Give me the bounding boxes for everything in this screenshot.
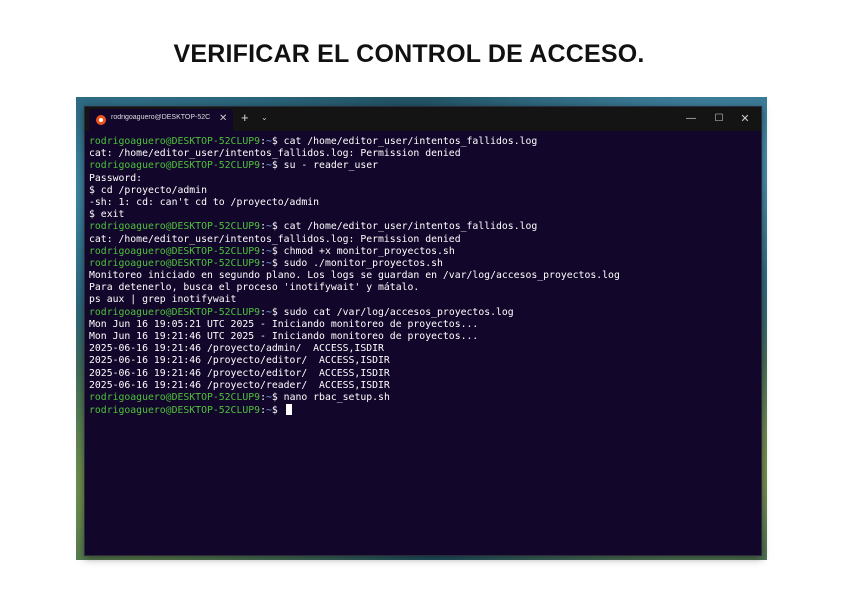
title-bar[interactable]: rodrigoaguero@DESKTOP-52C ✕ + ⌄ — ☐ ✕ <box>85 107 761 131</box>
prompt-line: rodrigoaguero@DESKTOP-52CLUP9:~$ sudo ca… <box>89 307 757 319</box>
output-line: 2025-06-16 19:21:46 /proyecto/editor/ AC… <box>89 368 757 380</box>
tab-close-icon[interactable]: ✕ <box>219 113 227 125</box>
output-line: 2025-06-16 19:21:46 /proyecto/reader/ AC… <box>89 380 757 392</box>
output-line: Password: <box>89 173 757 185</box>
prompt-symbol: $ <box>271 221 284 233</box>
output-line: $ cd /proyecto/admin <box>89 185 757 197</box>
prompt-line: rodrigoaguero@DESKTOP-52CLUP9:~$ <box>89 404 757 416</box>
command-text: sudo ./monitor_proyectos.sh <box>283 257 443 269</box>
command-text: cat /home/editor_user/intentos_fallidos.… <box>283 221 538 233</box>
output-text: cat: /home/editor_user/intentos_fallidos… <box>89 148 461 160</box>
output-line: Mon Jun 16 19:21:46 UTC 2025 - Iniciando… <box>89 331 757 343</box>
ubuntu-icon <box>96 115 106 125</box>
prompt-symbol: $ <box>271 405 284 417</box>
output-text: Monitoreo iniciado en segundo plano. Los… <box>89 270 620 282</box>
command-text: sudo cat /var/log/accesos_proyectos.log <box>283 306 514 318</box>
prompt-line: rodrigoaguero@DESKTOP-52CLUP9:~$ cat /ho… <box>89 136 757 148</box>
command-text: cat /home/editor_user/intentos_fallidos.… <box>283 136 538 147</box>
output-text: ps aux | grep inotifywait <box>89 294 237 306</box>
output-line: Para detenerlo, busca el proceso 'inotif… <box>89 282 757 294</box>
output-text: Para detenerlo, busca el proceso 'inotif… <box>89 282 420 294</box>
prompt-user: rodrigoaguero@DESKTOP-52CLUP9 <box>89 405 261 417</box>
command-text: nano rbac_setup.sh <box>283 391 390 403</box>
output-line: 2025-06-16 19:21:46 /proyecto/editor/ AC… <box>89 355 757 367</box>
tab-label: rodrigoaguero@DESKTOP-52C <box>111 114 211 121</box>
output-text: 2025-06-16 19:21:46 /proyecto/editor/ AC… <box>89 367 390 379</box>
output-text: 2025-06-16 19:21:46 /proyecto/editor/ AC… <box>89 355 390 367</box>
terminal-output[interactable]: rodrigoaguero@DESKTOP-52CLUP9:~$ cat /ho… <box>89 136 757 416</box>
prompt-symbol: $ <box>271 245 284 257</box>
output-line: 2025-06-16 19:21:46 /proyecto/admin/ ACC… <box>89 343 757 355</box>
prompt-user: rodrigoaguero@DESKTOP-52CLUP9 <box>89 160 261 172</box>
output-text: Password: <box>89 172 143 184</box>
output-line: -sh: 1: cd: can't cd to /proyecto/admin <box>89 197 757 209</box>
output-line: Mon Jun 16 19:05:21 UTC 2025 - Iniciando… <box>89 319 757 331</box>
prompt-symbol: $ <box>271 136 284 147</box>
command-text: su - reader_user <box>283 160 379 172</box>
text-cursor <box>285 404 292 416</box>
prompt-symbol: $ <box>271 160 284 172</box>
output-line: cat: /home/editor_user/intentos_fallidos… <box>89 148 757 160</box>
prompt-user: rodrigoaguero@DESKTOP-52CLUP9 <box>89 245 261 257</box>
terminal-window[interactable]: rodrigoaguero@DESKTOP-52C ✕ + ⌄ — ☐ ✕ ro… <box>84 106 762 556</box>
prompt-line: rodrigoaguero@DESKTOP-52CLUP9:~$ su - re… <box>89 160 757 172</box>
output-text: 2025-06-16 19:21:46 /proyecto/admin/ ACC… <box>89 343 384 355</box>
prompt-line: rodrigoaguero@DESKTOP-52CLUP9:~$ nano rb… <box>89 392 757 404</box>
command-text: chmod +x monitor_proyectos.sh <box>283 245 455 257</box>
output-text: -sh: 1: cd: can't cd to /proyecto/admin <box>89 196 320 208</box>
prompt-symbol: $ <box>271 306 284 318</box>
prompt-user: rodrigoaguero@DESKTOP-52CLUP9 <box>89 306 261 318</box>
output-text: cat: /home/editor_user/intentos_fallidos… <box>89 233 461 245</box>
prompt-line: rodrigoaguero@DESKTOP-52CLUP9:~$ chmod +… <box>89 246 757 258</box>
prompt-user: rodrigoaguero@DESKTOP-52CLUP9 <box>89 391 261 403</box>
output-line: cat: /home/editor_user/intentos_fallidos… <box>89 234 757 246</box>
output-text: Mon Jun 16 19:21:46 UTC 2025 - Iniciando… <box>89 331 479 342</box>
output-line: ps aux | grep inotifywait <box>89 294 757 306</box>
output-text: $ cd /proyecto/admin <box>89 184 207 196</box>
page-title: VERIFICAR EL CONTROL DE ACCESO. <box>173 40 645 68</box>
output-text: 2025-06-16 19:21:46 /proyecto/reader/ AC… <box>89 379 390 391</box>
close-button[interactable]: ✕ <box>735 111 755 127</box>
prompt-user: rodrigoaguero@DESKTOP-52CLUP9 <box>89 221 261 233</box>
prompt-line: rodrigoaguero@DESKTOP-52CLUP9:~$ cat /ho… <box>89 221 757 233</box>
prompt-symbol: $ <box>271 257 284 269</box>
new-tab-button[interactable]: + <box>241 110 249 126</box>
output-text: $ exit <box>89 209 125 221</box>
minimize-button[interactable]: — <box>681 111 701 127</box>
prompt-user: rodrigoaguero@DESKTOP-52CLUP9 <box>89 257 261 269</box>
tab-dropdown-icon[interactable]: ⌄ <box>261 112 268 124</box>
terminal-tab[interactable]: rodrigoaguero@DESKTOP-52C ✕ <box>89 109 233 131</box>
output-line: $ exit <box>89 209 757 221</box>
prompt-user: rodrigoaguero@DESKTOP-52CLUP9 <box>89 136 261 147</box>
output-text: Mon Jun 16 19:05:21 UTC 2025 - Iniciando… <box>89 318 479 330</box>
output-line: Monitoreo iniciado en segundo plano. Los… <box>89 270 757 282</box>
prompt-line: rodrigoaguero@DESKTOP-52CLUP9:~$ sudo ./… <box>89 258 757 270</box>
prompt-symbol: $ <box>271 391 284 403</box>
maximize-button[interactable]: ☐ <box>709 111 729 127</box>
